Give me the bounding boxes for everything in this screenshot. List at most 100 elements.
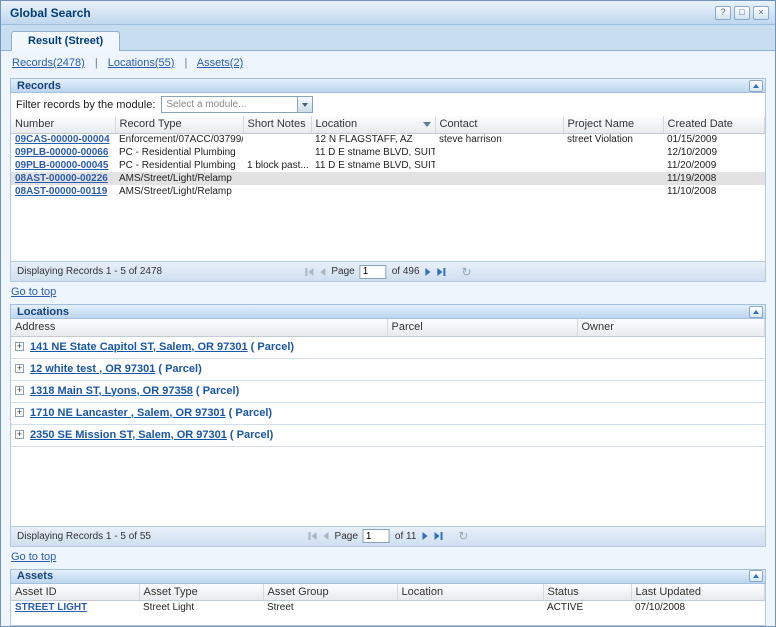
expand-plus-icon[interactable] (15, 408, 24, 417)
col-asset-group[interactable]: Asset Group (263, 584, 397, 601)
first-page-button[interactable] (304, 268, 314, 276)
expand-plus-icon[interactable] (15, 386, 24, 395)
record-project-cell (563, 185, 663, 198)
records-page-input[interactable] (360, 265, 387, 279)
record-number-link[interactable]: 09CAS-00000-00004 (15, 134, 110, 145)
record-number-cell: 09PLB-00000-00066 (11, 146, 115, 159)
page-title: Global Search (10, 6, 91, 20)
asset-id-link[interactable]: STREET LIGHT (15, 602, 87, 613)
record-number-link[interactable]: 09PLB-00000-00045 (15, 160, 108, 171)
location-row[interactable]: 141 NE State Capitol ST, Salem, OR 97301… (11, 336, 765, 358)
record-number-cell: 08AST-00000-00119 (11, 185, 115, 198)
module-select[interactable]: Select a module... (161, 96, 313, 113)
col-parcel[interactable]: Parcel (387, 319, 577, 336)
record-row[interactable]: 08AST-00000-00119 AMS/Street/Light/Relam… (11, 185, 765, 198)
first-page-button[interactable] (308, 532, 318, 540)
location-address-link[interactable]: 2350 SE Mission ST, Salem, OR 97301 (30, 429, 227, 441)
help-icon: ? (720, 7, 725, 17)
chevron-down-icon[interactable] (297, 97, 312, 112)
locations-page-input[interactable] (363, 529, 390, 543)
record-row[interactable]: 09PLB-00000-00066 PC - Residential Plumb… (11, 146, 765, 159)
assets-section-title: Assets (17, 570, 53, 582)
record-number-cell: 08AST-00000-00226 (11, 172, 115, 185)
record-date-cell: 12/10/2009 (663, 146, 765, 159)
col-asset-status[interactable]: Status (543, 584, 631, 601)
records-section: Records Filter records by the module: Se… (10, 78, 766, 304)
prev-page-button[interactable] (323, 532, 330, 540)
location-row[interactable]: 2350 SE Mission ST, Salem, OR 97301( Par… (11, 424, 765, 446)
prev-page-button[interactable] (319, 268, 326, 276)
location-address-link[interactable]: 12 white test , OR 97301 (30, 363, 155, 375)
prev-page-icon (320, 268, 325, 276)
help-button[interactable]: ? (715, 6, 731, 20)
records-count-link[interactable]: Records(2478) (12, 57, 85, 69)
maximize-button[interactable]: □ (734, 6, 750, 20)
location-row[interactable]: 12 white test , OR 97301( Parcel) (11, 358, 765, 380)
next-page-button[interactable] (425, 268, 432, 276)
expand-plus-icon[interactable] (15, 430, 24, 439)
col-contact[interactable]: Contact (435, 116, 563, 133)
expand-plus-icon[interactable] (15, 364, 24, 373)
record-short-notes-cell: 1 block past... (243, 159, 311, 172)
col-location[interactable]: Location (311, 116, 435, 133)
assets-count-link[interactable]: Assets(2) (197, 57, 243, 69)
refresh-icon[interactable]: ↻ (462, 267, 472, 277)
global-search-window: Global Search ? □ × Result (Street) Reco… (0, 0, 776, 627)
close-button[interactable]: × (753, 6, 769, 20)
asset-status-cell: ACTIVE (543, 601, 631, 615)
locations-collapse-button[interactable] (749, 306, 763, 318)
refresh-icon[interactable]: ↻ (458, 531, 468, 541)
tab-result-street[interactable]: Result (Street) (11, 31, 120, 51)
prev-page-icon (324, 532, 329, 540)
col-address[interactable]: Address (11, 319, 387, 336)
location-address-link[interactable]: 1710 NE Lancaster , Salem, OR 97301 (30, 407, 226, 419)
col-number[interactable]: Number (11, 116, 115, 133)
assets-table: Asset ID Asset Type Asset Group Location… (11, 584, 765, 615)
asset-row[interactable]: STREET LIGHT Street Light Street ACTIVE … (11, 601, 765, 615)
col-project-name[interactable]: Project Name (563, 116, 663, 133)
record-row-selected[interactable]: 08AST-00000-00226 AMS/Street/Light/Relam… (11, 172, 765, 185)
last-page-button[interactable] (437, 268, 447, 276)
close-icon: × (758, 7, 763, 17)
record-number-link[interactable]: 08AST-00000-00119 (15, 186, 107, 197)
col-asset-last-updated[interactable]: Last Updated (631, 584, 765, 601)
location-row[interactable]: 1710 NE Lancaster , Salem, OR 97301( Par… (11, 402, 765, 424)
location-row[interactable]: 1318 Main ST, Lyons, OR 97358( Parcel) (11, 380, 765, 402)
record-number-link[interactable]: 09PLB-00000-00066 (15, 147, 108, 158)
go-to-top-link[interactable]: Go to top (11, 286, 56, 298)
asset-last-updated-cell: 07/10/2008 (631, 601, 765, 615)
record-number-link[interactable]: 08AST-00000-00226 (15, 173, 108, 184)
record-row[interactable]: 09PLB-00000-00045 PC - Residential Plumb… (11, 159, 765, 172)
location-address-link[interactable]: 141 NE State Capitol ST, Salem, OR 97301 (30, 341, 248, 353)
record-location-cell (311, 185, 435, 198)
record-date-cell: 11/10/2008 (663, 185, 765, 198)
record-contact-cell (435, 172, 563, 185)
locations-count-link[interactable]: Locations(55) (108, 57, 175, 69)
last-page-button[interactable] (433, 532, 443, 540)
records-collapse-button[interactable] (749, 80, 763, 92)
expand-plus-icon[interactable] (15, 342, 24, 351)
go-to-top-link[interactable]: Go to top (11, 551, 56, 563)
col-owner[interactable]: Owner (577, 319, 765, 336)
next-page-button[interactable] (421, 532, 428, 540)
col-record-type[interactable]: Record Type (115, 116, 243, 133)
location-parcel-cell (387, 424, 577, 446)
location-address-cell: 1318 Main ST, Lyons, OR 97358( Parcel) (11, 380, 387, 402)
record-row[interactable]: 09CAS-00000-00004 Enforcement/07ACC/0379… (11, 133, 765, 146)
location-parcel-cell (387, 402, 577, 424)
col-created-date[interactable]: Created Date (663, 116, 765, 133)
location-owner-cell (577, 336, 765, 358)
record-location-cell: 12 N FLAGSTAFF, AZ (311, 133, 435, 146)
collapse-up-icon (753, 310, 759, 314)
location-owner-cell (577, 424, 765, 446)
col-asset-location[interactable]: Location (397, 584, 543, 601)
col-short-notes[interactable]: Short Notes (243, 116, 311, 133)
record-contact-cell (435, 146, 563, 159)
assets-collapse-button[interactable] (749, 570, 763, 582)
col-asset-type[interactable]: Asset Type (139, 584, 263, 601)
column-menu-icon[interactable] (423, 122, 431, 127)
record-type-cell: PC - Residential Plumbing (115, 159, 243, 172)
maximize-icon: □ (739, 7, 744, 17)
col-asset-id[interactable]: Asset ID (11, 584, 139, 601)
location-address-link[interactable]: 1318 Main ST, Lyons, OR 97358 (30, 385, 193, 397)
